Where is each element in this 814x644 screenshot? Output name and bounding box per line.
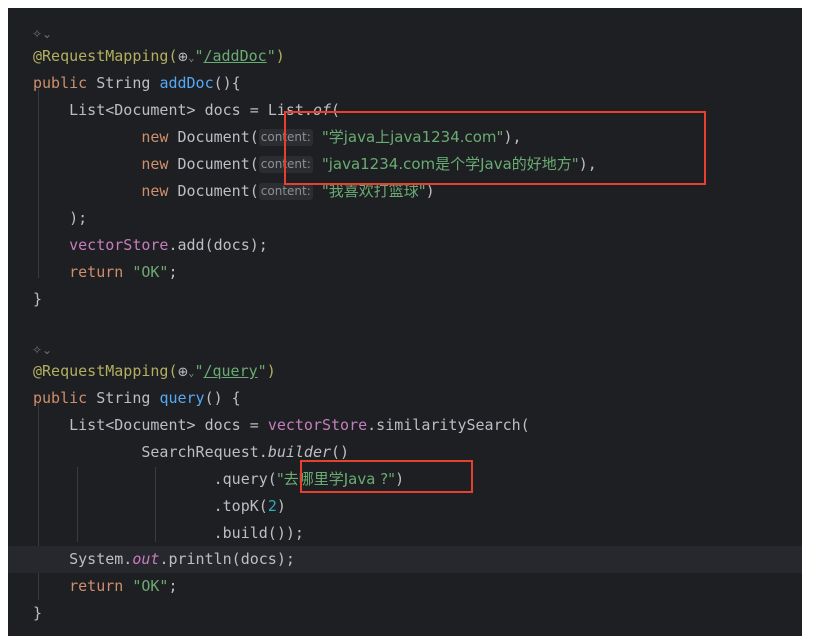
globe-icon[interactable]: ⊕ xyxy=(178,50,189,65)
highlight-box xyxy=(300,460,473,493)
param-hint: content: xyxy=(258,183,313,200)
highlight-box xyxy=(284,111,706,185)
code-editor[interactable]: ✧⌄ @RequestMapping(⊕⌄"/addDoc") public S… xyxy=(8,8,802,636)
code-line: return "OK"; xyxy=(69,263,178,281)
code-line: public String query() { xyxy=(33,389,241,407)
code-line: ); xyxy=(69,209,88,227)
code-line: List<Document> docs = vectorStore.simila… xyxy=(69,416,530,434)
code-line: } xyxy=(33,604,43,622)
current-line: System.out.println(docs); xyxy=(8,546,802,573)
code-line: ✧⌄ xyxy=(8,16,802,43)
url-link[interactable]: /query xyxy=(203,362,257,380)
code-line: .topK(2) xyxy=(213,497,286,515)
globe-icon[interactable]: ⊕ xyxy=(178,365,189,380)
code-line: public String addDoc(){ xyxy=(33,74,241,92)
url-link[interactable]: /addDoc xyxy=(203,47,266,65)
code-line: .build()); xyxy=(213,524,304,542)
code-line: ✧⌄ xyxy=(8,332,802,359)
method-name[interactable]: query xyxy=(159,389,204,407)
code-line: return "OK"; xyxy=(69,577,178,595)
code-line: @RequestMapping(⊕⌄"/query") xyxy=(33,362,276,380)
code-line: } xyxy=(33,290,43,308)
method-name[interactable]: addDoc xyxy=(159,74,213,92)
annotation: @RequestMapping( xyxy=(33,362,178,380)
code-line: @RequestMapping(⊕⌄"/addDoc") xyxy=(33,47,285,65)
code-line: vectorStore.add(docs); xyxy=(69,236,268,254)
annotation: @RequestMapping( xyxy=(33,47,178,65)
